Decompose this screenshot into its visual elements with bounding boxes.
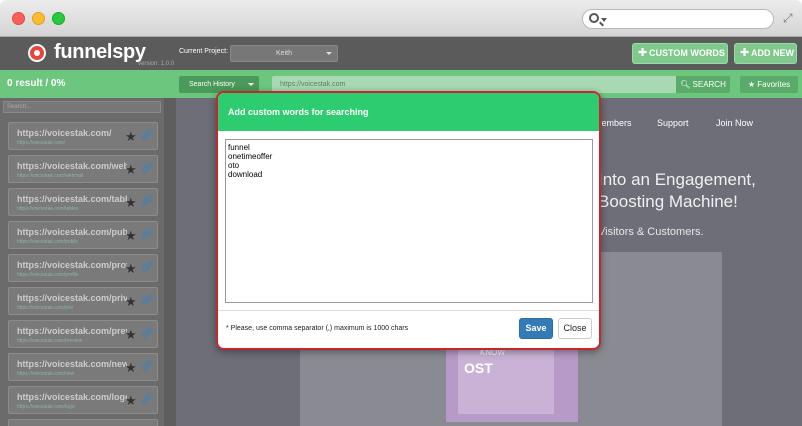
star-icon[interactable]: ★ bbox=[125, 360, 137, 376]
sidebar-item[interactable]: https://voicestak.com/new-york https://vo… bbox=[8, 353, 158, 381]
link-icon[interactable]: 🔗︎ bbox=[141, 196, 154, 207]
sidebar-item-sub: https://voicestak.com/logo bbox=[17, 404, 75, 410]
link-icon[interactable]: 🔗︎ bbox=[141, 394, 154, 405]
version-label: version: 1.0.0 bbox=[138, 61, 175, 67]
sidebar-item[interactable]: https://voicestak.com/https://voicestak.… bbox=[8, 122, 158, 150]
custom-words-textarea[interactable] bbox=[225, 139, 593, 303]
chevron-down-icon bbox=[601, 18, 607, 22]
sidebar-search-input[interactable]: Search... bbox=[3, 101, 161, 113]
sidebar-item-url: https://voicestak.com/logo/ bbox=[17, 392, 127, 402]
sidebar-item[interactable]: https://voicestak.com/preview https://voi… bbox=[8, 320, 158, 348]
link-icon[interactable]: 🔗︎ bbox=[141, 295, 154, 306]
sidebar-item-url: https://voicestak.com/webmail bbox=[17, 161, 127, 171]
sidebar-scrollbar[interactable] bbox=[164, 98, 176, 426]
link-icon[interactable]: 🔗︎ bbox=[141, 163, 154, 174]
star-icon[interactable]: ★ bbox=[125, 129, 137, 145]
search-label: SEARCH bbox=[692, 80, 726, 89]
result-count: 0 result / 0% bbox=[7, 78, 66, 89]
search-icon: 🔍︎ bbox=[680, 80, 691, 89]
sidebar-item-sub: https://voicestak.com/ bbox=[17, 140, 66, 146]
site-subtitle: Visitors & Customers. bbox=[598, 226, 704, 238]
sidebar-item[interactable]: https://voicestak.com/webmail https://voi… bbox=[8, 155, 158, 183]
chevron-down-icon bbox=[326, 52, 332, 55]
sidebar-item-sub: https://voicestak.com/webmail bbox=[17, 173, 84, 179]
close-window-button[interactable] bbox=[12, 12, 25, 25]
link-icon[interactable]: 🔗︎ bbox=[141, 130, 154, 141]
minimize-window-button[interactable] bbox=[32, 12, 45, 25]
app-header: funnelspy version: 1.0.0 Current Project… bbox=[0, 37, 802, 70]
add-new-button[interactable]: ✚ ADD NEW bbox=[734, 43, 797, 64]
site-nav-support[interactable]: Support bbox=[657, 118, 689, 128]
link-icon[interactable]: 🔗︎ bbox=[141, 328, 154, 339]
sidebar-item-sub: https://voicestak.com/profile bbox=[17, 272, 79, 278]
link-icon[interactable]: 🔗︎ bbox=[141, 361, 154, 372]
sidebar-item-url: https://voicestak.com/privacy bbox=[17, 293, 127, 303]
sidebar-item[interactable]: https://voicestak.com/logo/https://voice… bbox=[8, 386, 158, 414]
sidebar-item[interactable]: https://voicestak.com/privacy https://voi… bbox=[8, 287, 158, 315]
current-project-label: Current Project: bbox=[179, 48, 229, 55]
sidebar-item[interactable]: https://voicestak.com/public https://voic… bbox=[8, 221, 158, 249]
fullscreen-icon[interactable]: ⤢ bbox=[783, 12, 795, 24]
sidebar: Search... https://voicestak.com/https://… bbox=[0, 98, 164, 426]
window-titlebar: ⤢ bbox=[0, 0, 802, 37]
star-icon[interactable]: ★ bbox=[125, 228, 137, 244]
sidebar-item-sub: https://voicestak.com/preview bbox=[17, 338, 83, 344]
site-image-text-2: OST bbox=[464, 360, 493, 376]
sidebar-item-sub: https://voicestak.com/priv bbox=[17, 305, 74, 311]
site-image: KNOW OST bbox=[446, 344, 578, 422]
zoom-window-button[interactable] bbox=[52, 12, 65, 25]
window-search-field[interactable] bbox=[582, 9, 774, 29]
custom-words-label: CUSTOM WORDS bbox=[649, 48, 725, 58]
sidebar-item-url: https://voicestak.com/tables bbox=[17, 194, 127, 204]
link-icon[interactable]: 🔗︎ bbox=[141, 229, 154, 240]
sidebar-item-sub: https://voicestak.com/new bbox=[17, 371, 75, 377]
star-icon[interactable]: ★ bbox=[125, 393, 137, 409]
project-value: Keith bbox=[276, 50, 292, 57]
sidebar-item-url: https://voicestak.com/preview bbox=[17, 326, 127, 336]
add-new-label: ADD NEW bbox=[751, 48, 794, 58]
custom-words-button[interactable]: ✚ CUSTOM WORDS bbox=[632, 43, 728, 64]
chevron-down-icon bbox=[248, 83, 254, 86]
modal-note: * Please, use comma separator (,) maximu… bbox=[226, 325, 409, 332]
save-button[interactable]: Save bbox=[519, 318, 553, 339]
funnelspy-logo-icon bbox=[28, 44, 46, 62]
sidebar-item-url: https://voicestak.com/ bbox=[17, 128, 112, 138]
star-icon[interactable]: ★ bbox=[125, 327, 137, 343]
sidebar-item-url: https://voicestak.com/public bbox=[17, 227, 127, 237]
logo-text: funnelspy bbox=[54, 41, 146, 63]
sidebar-item[interactable]: https://voicestak.com/tables https://voic… bbox=[8, 188, 158, 216]
sidebar-item-url: https://voicestak.com/profile bbox=[17, 260, 127, 270]
plus-icon: ✚ bbox=[740, 47, 750, 59]
site-image-inner: KNOW OST bbox=[458, 344, 554, 414]
sidebar-item-sub: https://voicestak.com/tables bbox=[17, 206, 79, 212]
search-history-label: Search History bbox=[189, 81, 235, 88]
sidebar-item[interactable]: https://voicestak.com/wp-loginhttps://vo… bbox=[8, 419, 158, 426]
site-nav-join[interactable]: Join Now bbox=[716, 118, 753, 128]
modal-title: Add custom words for searching bbox=[228, 107, 369, 117]
modal-divider bbox=[218, 310, 599, 311]
sidebar-item-url: https://voicestak.com/new-york bbox=[17, 359, 127, 369]
link-icon[interactable]: 🔗︎ bbox=[141, 262, 154, 273]
search-icon bbox=[589, 13, 599, 23]
favorites-label: Favorites bbox=[757, 80, 791, 89]
site-hero-line2: Boosting Machine! bbox=[598, 192, 738, 211]
favorites-button[interactable]: ★ Favorites bbox=[740, 76, 798, 93]
sidebar-item[interactable]: https://voicestak.com/profile https://voi… bbox=[8, 254, 158, 282]
sidebar-item-sub: https://voicestak.com/public bbox=[17, 239, 79, 245]
site-hero-line1: Into an Engagement, bbox=[598, 170, 756, 189]
star-icon[interactable]: ★ bbox=[125, 195, 137, 211]
star-icon[interactable]: ★ bbox=[125, 294, 137, 310]
star-icon: ★ bbox=[747, 80, 756, 89]
search-button[interactable]: 🔍︎ SEARCH bbox=[676, 76, 730, 93]
custom-words-modal: Add custom words for searching * Please,… bbox=[216, 91, 601, 350]
modal-header: Add custom words for searching bbox=[218, 93, 599, 131]
star-icon[interactable]: ★ bbox=[125, 261, 137, 277]
plus-icon: ✚ bbox=[638, 47, 648, 59]
project-select[interactable]: Keith bbox=[230, 45, 338, 62]
close-button[interactable]: Close bbox=[558, 318, 592, 339]
star-icon[interactable]: ★ bbox=[125, 162, 137, 178]
